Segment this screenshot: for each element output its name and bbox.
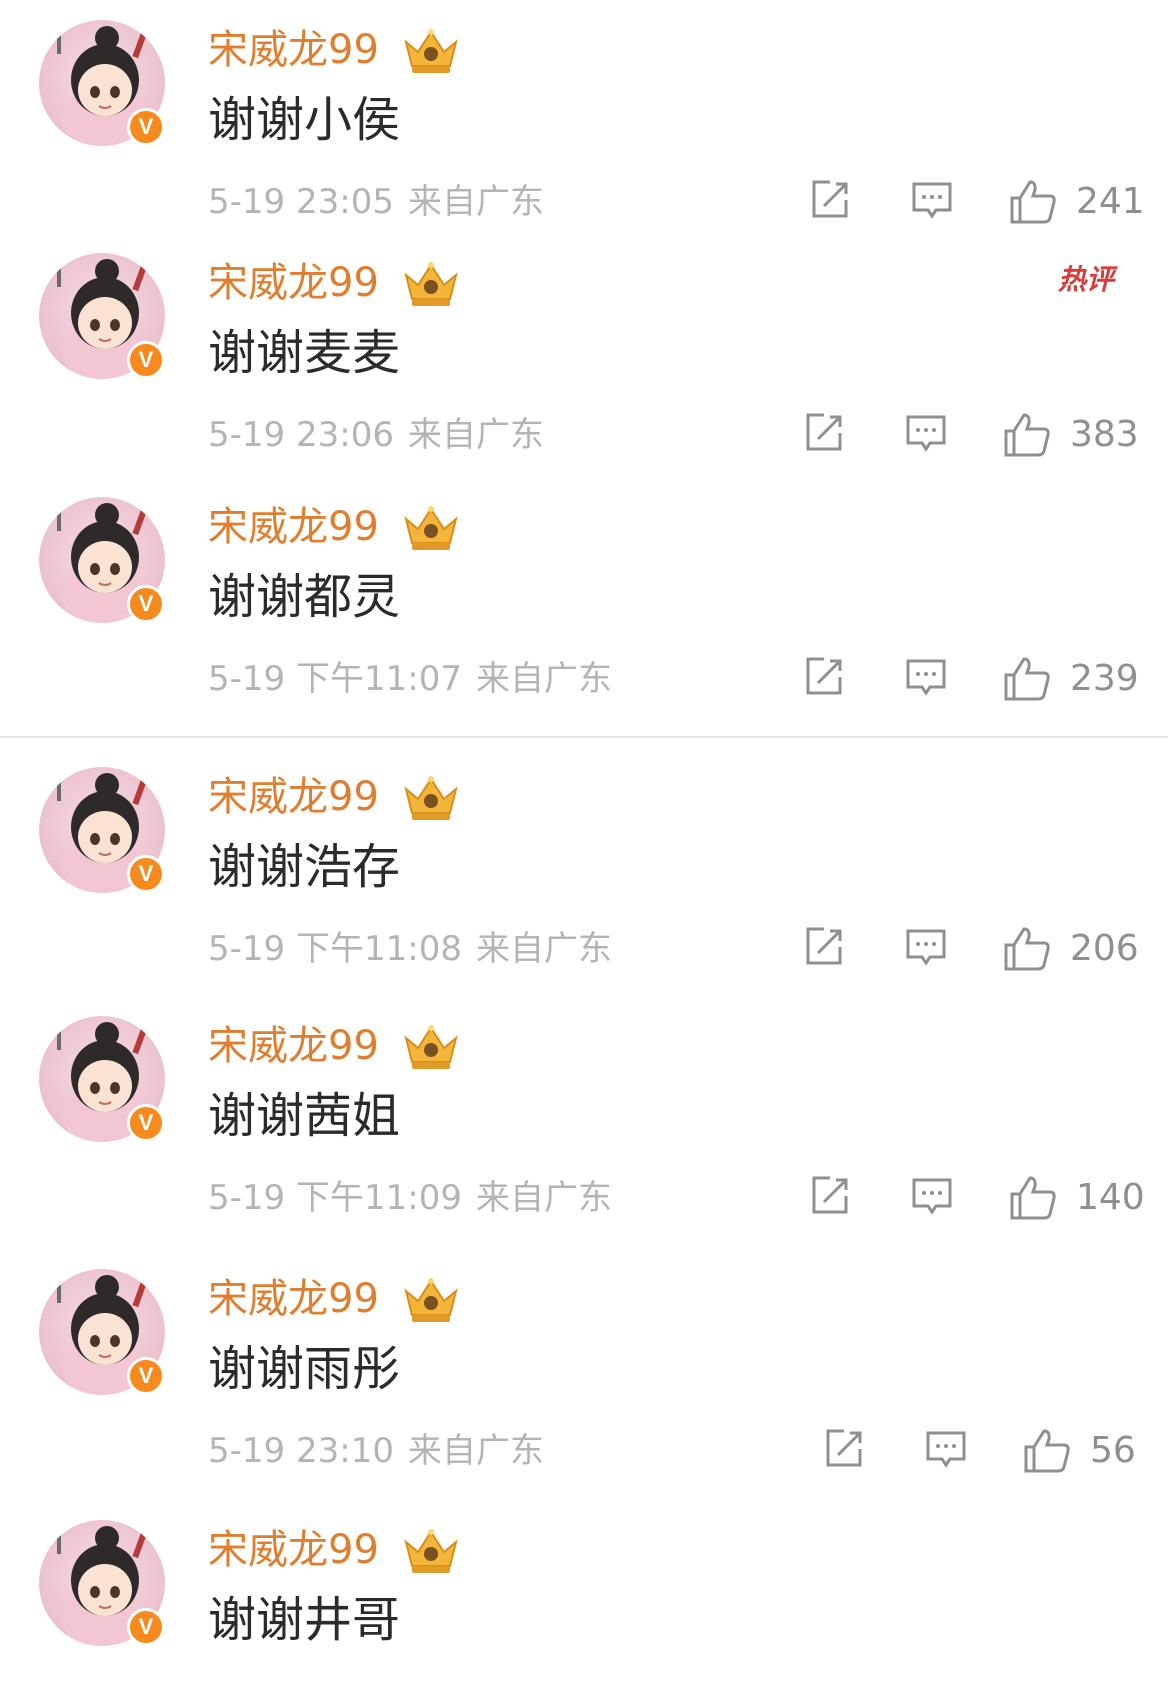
comment-text: 谢谢雨彤 [208, 1341, 401, 1397]
comment-icon [906, 659, 946, 696]
comment-text: 谢谢浩存 [208, 839, 401, 895]
repost-button[interactable] [808, 1174, 852, 1222]
comment-meta: 5-19 23:05 来自广东 [208, 180, 544, 224]
username[interactable]: 宋威龙99 [208, 24, 379, 76]
like-button[interactable]: 56 [1022, 1427, 1136, 1477]
comment-time: 5-19 下午11:07 [208, 659, 462, 699]
like-button[interactable]: 239 [1002, 655, 1139, 705]
comment-time: 5-19 23:10 [208, 1431, 394, 1471]
like-count: 239 [1070, 658, 1139, 699]
comment-text: 谢谢茜姐 [208, 1088, 401, 1144]
comment-text: 谢谢都灵 [208, 569, 401, 625]
comment-source: 来自广东 [475, 659, 612, 699]
repost-button[interactable] [802, 411, 846, 459]
verified-badge-icon: V [127, 1608, 165, 1646]
crown-icon [402, 501, 460, 553]
repost-button[interactable] [802, 925, 846, 973]
repost-icon [812, 180, 848, 218]
comment-button[interactable] [924, 1427, 968, 1475]
comment-icon [906, 929, 946, 966]
username[interactable]: 宋威龙99 [208, 1273, 379, 1325]
repost-button[interactable] [808, 178, 852, 226]
comment-button[interactable] [910, 1174, 954, 1222]
comment-text: 谢谢井哥 [208, 1592, 401, 1648]
repost-icon [806, 927, 842, 965]
like-button[interactable]: 206 [1002, 925, 1139, 975]
comment-icon [906, 415, 946, 452]
username[interactable]: 宋威龙99 [208, 257, 379, 309]
comment-source: 来自广东 [407, 182, 544, 222]
comment-button[interactable] [904, 655, 948, 703]
comment-icon [926, 1431, 966, 1468]
thumbs-up-icon [1004, 413, 1050, 457]
crown-icon [402, 1524, 460, 1576]
verified-badge-icon: V [127, 341, 165, 379]
comment-time: 5-19 23:06 [208, 415, 394, 455]
like-button[interactable]: 383 [1002, 411, 1139, 461]
thumbs-up-icon [1004, 927, 1050, 971]
comment-meta: 5-19 下午11:09 来自广东 [208, 1176, 612, 1220]
thumbs-up-icon [1010, 180, 1056, 224]
comment-list: V 宋威龙99 谢谢小侯 5-19 23:05 来自广东 241 V 宋威龙99… [0, 0, 1175, 1690]
username[interactable]: 宋威龙99 [208, 1524, 379, 1576]
comment-button[interactable] [904, 925, 948, 973]
comment-time: 5-19 下午11:08 [208, 929, 462, 969]
comment-meta: 5-19 下午11:07 来自广东 [208, 657, 612, 701]
repost-icon [806, 413, 842, 451]
comment-icon [912, 1178, 952, 1215]
comment-source: 来自广东 [407, 415, 544, 455]
verified-badge-icon: V [127, 1104, 165, 1142]
thumbs-up-icon [1010, 1176, 1056, 1220]
crown-icon [402, 257, 460, 309]
like-count: 206 [1070, 928, 1139, 969]
like-count: 140 [1076, 1177, 1145, 1218]
divider [0, 736, 1168, 738]
comment-source: 来自广东 [475, 1178, 612, 1218]
verified-badge-icon: V [127, 1357, 165, 1395]
comment-meta: 5-19 23:10 来自广东 [208, 1429, 544, 1473]
username[interactable]: 宋威龙99 [208, 771, 379, 823]
repost-icon [826, 1429, 862, 1467]
comment-time: 5-19 下午11:09 [208, 1178, 462, 1218]
username[interactable]: 宋威龙99 [208, 1020, 379, 1072]
crown-icon [402, 1273, 460, 1325]
comment-text: 谢谢小侯 [208, 92, 401, 148]
username[interactable]: 宋威龙99 [208, 501, 379, 553]
like-button[interactable]: 140 [1008, 1174, 1145, 1224]
comment-source: 来自广东 [475, 929, 612, 969]
like-count: 56 [1090, 1430, 1136, 1471]
crown-icon [402, 24, 460, 76]
hot-comment-badge: 热评 [1058, 263, 1115, 296]
verified-badge-icon: V [127, 585, 165, 623]
crown-icon [402, 771, 460, 823]
comment-button[interactable] [910, 178, 954, 226]
like-button[interactable]: 241 [1008, 178, 1145, 228]
like-count: 241 [1076, 181, 1145, 222]
repost-button[interactable] [802, 655, 846, 703]
crown-icon [402, 1020, 460, 1072]
comment-icon [912, 182, 952, 219]
thumbs-up-icon [1024, 1429, 1070, 1473]
comment-text: 谢谢麦麦 [208, 325, 401, 381]
comment-meta: 5-19 23:06 来自广东 [208, 413, 544, 457]
thumbs-up-icon [1004, 657, 1050, 701]
verified-badge-icon: V [127, 108, 165, 146]
like-count: 383 [1070, 414, 1139, 455]
comment-time: 5-19 23:05 [208, 182, 394, 222]
comment-button[interactable] [904, 411, 948, 459]
repost-button[interactable] [822, 1427, 866, 1475]
verified-badge-icon: V [127, 855, 165, 893]
repost-icon [812, 1176, 848, 1214]
comment-meta: 5-19 下午11:08 来自广东 [208, 927, 612, 971]
repost-icon [806, 657, 842, 695]
comment-source: 来自广东 [407, 1431, 544, 1471]
